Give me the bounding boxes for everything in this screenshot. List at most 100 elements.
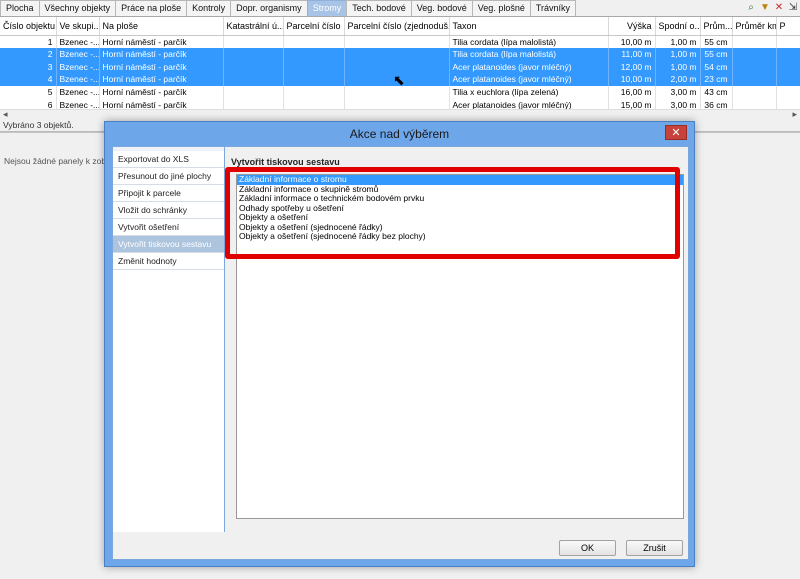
cell-id: 3 xyxy=(0,60,57,74)
objects-grid: Číslo objektu Ve skupi... Na ploše Katastrá… xyxy=(0,17,800,109)
cell-empty xyxy=(776,73,800,86)
action-dialog: Akce nad výběrem ✕ Exportovat do XLS Přes… xyxy=(104,121,695,567)
column-header[interactable]: P xyxy=(776,17,800,36)
expand-icon[interactable]: ⇲ xyxy=(788,2,798,13)
tab-8[interactable]: Veg. plošné xyxy=(471,0,531,16)
grid-header-row: Číslo objektu Ve skupi... Na ploše Katastrá… xyxy=(0,17,800,36)
cell-katastr xyxy=(223,60,284,74)
horizontal-scrollbar[interactable]: ◂ ▸ xyxy=(0,109,800,119)
menu-item-3[interactable]: Vložit do schránky xyxy=(113,202,224,219)
search-icon[interactable]: ⌕ xyxy=(746,2,756,13)
cell-taxon: Tilia cordata (lípa malolistá) xyxy=(449,47,609,61)
cell-parcela_zj xyxy=(344,35,450,48)
column-header[interactable]: Katastrální ú... xyxy=(223,17,284,36)
cell-spodni: 1,00 m xyxy=(655,47,701,61)
menu-item-4[interactable]: Vytvořit ošetření xyxy=(113,219,224,236)
cell-spodni: 2,00 m xyxy=(655,73,701,86)
tab-9[interactable]: Trávníky xyxy=(529,0,577,16)
tab-bar: Plocha Všechny objekty Práce na ploše Kontr… xyxy=(0,0,800,17)
tab-4[interactable]: Dopr. organismy xyxy=(230,0,308,16)
cell-skupina: Bzenec -... xyxy=(56,47,100,61)
cell-prumer: 23 cm xyxy=(700,73,733,86)
cell-id: 1 xyxy=(0,35,57,48)
tab-5[interactable]: Stromy xyxy=(306,0,348,16)
column-header[interactable]: Číslo objektu xyxy=(0,17,57,36)
menu-item-1[interactable]: Přesunout do jiné plochy xyxy=(113,168,224,185)
ok-button[interactable]: OK xyxy=(559,540,616,556)
clear-filter-icon[interactable]: ✕ xyxy=(774,2,784,13)
section-title: Vytvořit tiskovou sestavu xyxy=(231,157,340,167)
cell-vyska: 12,00 m xyxy=(608,60,656,74)
cell-skupina: Bzenec -... xyxy=(56,35,100,48)
cell-taxon: Acer platanoides (javor mléčný) xyxy=(449,60,609,74)
cell-id: 4 xyxy=(0,73,57,86)
cell-empty xyxy=(732,47,777,61)
tab-2[interactable]: Práce na ploše xyxy=(115,0,188,16)
cell-vyska: 10,00 m xyxy=(608,35,656,48)
tab-1[interactable]: Všechny objekty xyxy=(38,0,117,16)
filter-icon[interactable]: ▼ xyxy=(760,2,770,13)
menu-item-5[interactable]: Vytvořit tiskovou sestavu xyxy=(113,236,224,253)
cell-spodni: 1,00 m xyxy=(655,35,701,48)
tab-7[interactable]: Veg. bodové xyxy=(410,0,473,16)
cell-id: 2 xyxy=(0,47,57,61)
cell-plocha: Horní náměstí - parčík xyxy=(99,73,224,86)
cell-parcela xyxy=(283,98,345,109)
cell-vyska: 16,00 m xyxy=(608,85,656,99)
cell-prumer: 36 cm xyxy=(700,98,733,109)
dialog-body: Exportovat do XLS Přesunout do jiné ploch… xyxy=(112,146,689,560)
cancel-button[interactable]: Zrušit xyxy=(626,540,683,556)
column-header[interactable]: Výška xyxy=(608,17,656,36)
cell-plocha: Horní náměstí - parčík xyxy=(99,60,224,74)
cell-vyska: 15,00 m xyxy=(608,98,656,109)
close-icon[interactable]: ✕ xyxy=(665,125,687,140)
red-highlight-box xyxy=(225,167,680,259)
menu-item-6[interactable]: Změnit hodnoty xyxy=(113,253,224,270)
tab-0[interactable]: Plocha xyxy=(0,0,40,16)
column-header[interactable]: Spodní o... xyxy=(655,17,701,36)
cell-katastr xyxy=(223,35,284,48)
mouse-cursor-icon: ⬉ xyxy=(393,72,405,88)
cell-skupina: Bzenec -... xyxy=(56,60,100,74)
cell-plocha: Horní náměstí - parčík xyxy=(99,98,224,109)
column-header[interactable]: Na ploše xyxy=(99,17,224,36)
column-header[interactable]: Parcelní číslo xyxy=(283,17,345,36)
cell-parcela xyxy=(283,73,345,86)
menu-item-2[interactable]: Připojit k parcele xyxy=(113,185,224,202)
column-header[interactable]: Parcelní číslo (zjednoduš... xyxy=(344,17,450,36)
cell-taxon: Tilia cordata (lípa malolistá) xyxy=(449,35,609,48)
toolbar-icons: ⌕ ▼ ✕ ⇲ xyxy=(746,2,798,13)
cell-empty xyxy=(732,60,777,74)
table-row[interactable]: 6 Bzenec -... Horní náměstí - parčík Acer p… xyxy=(0,98,800,109)
cell-taxon: Acer platanoides (javor mléčný) xyxy=(449,98,609,109)
cell-taxon: Tilia x euchlora (lípa zelená) xyxy=(449,85,609,99)
cell-prumer: 54 cm xyxy=(700,60,733,74)
cell-prumer: 55 cm xyxy=(700,35,733,48)
cell-plocha: Horní náměstí - parčík xyxy=(99,85,224,99)
cell-empty xyxy=(776,85,800,99)
cell-plocha: Horní náměstí - parčík xyxy=(99,35,224,48)
table-row[interactable]: 1 Bzenec -... Horní náměstí - parčík Tilia … xyxy=(0,35,800,48)
cell-parcela xyxy=(283,35,345,48)
dialog-title: Akce nad výběrem xyxy=(349,127,450,141)
cell-katastr xyxy=(223,73,284,86)
tab-3[interactable]: Kontroly xyxy=(186,0,232,16)
cell-prumer: 55 cm xyxy=(700,47,733,61)
cell-parcela_zj xyxy=(344,98,450,109)
table-row[interactable]: 2 Bzenec -... Horní náměstí - parčík Tilia … xyxy=(0,47,800,61)
tab-6[interactable]: Tech. bodové xyxy=(346,0,412,16)
cell-vyska: 11,00 m xyxy=(608,47,656,61)
cell-empty xyxy=(732,85,777,99)
menu-item-0[interactable]: Exportovat do XLS xyxy=(113,151,224,168)
cell-empty xyxy=(732,98,777,109)
cell-parcela_zj xyxy=(344,47,450,61)
column-header[interactable]: Průměr kme... xyxy=(732,17,777,36)
column-header[interactable]: Prům... xyxy=(700,17,733,36)
cell-empty xyxy=(776,60,800,74)
column-header[interactable]: Ve skupi... xyxy=(56,17,100,36)
cell-skupina: Bzenec -... xyxy=(56,85,100,99)
cell-parcela xyxy=(283,60,345,74)
cell-empty xyxy=(732,35,777,48)
dialog-footer: OK Zrušit xyxy=(113,532,688,560)
column-header[interactable]: Taxon xyxy=(449,17,609,36)
